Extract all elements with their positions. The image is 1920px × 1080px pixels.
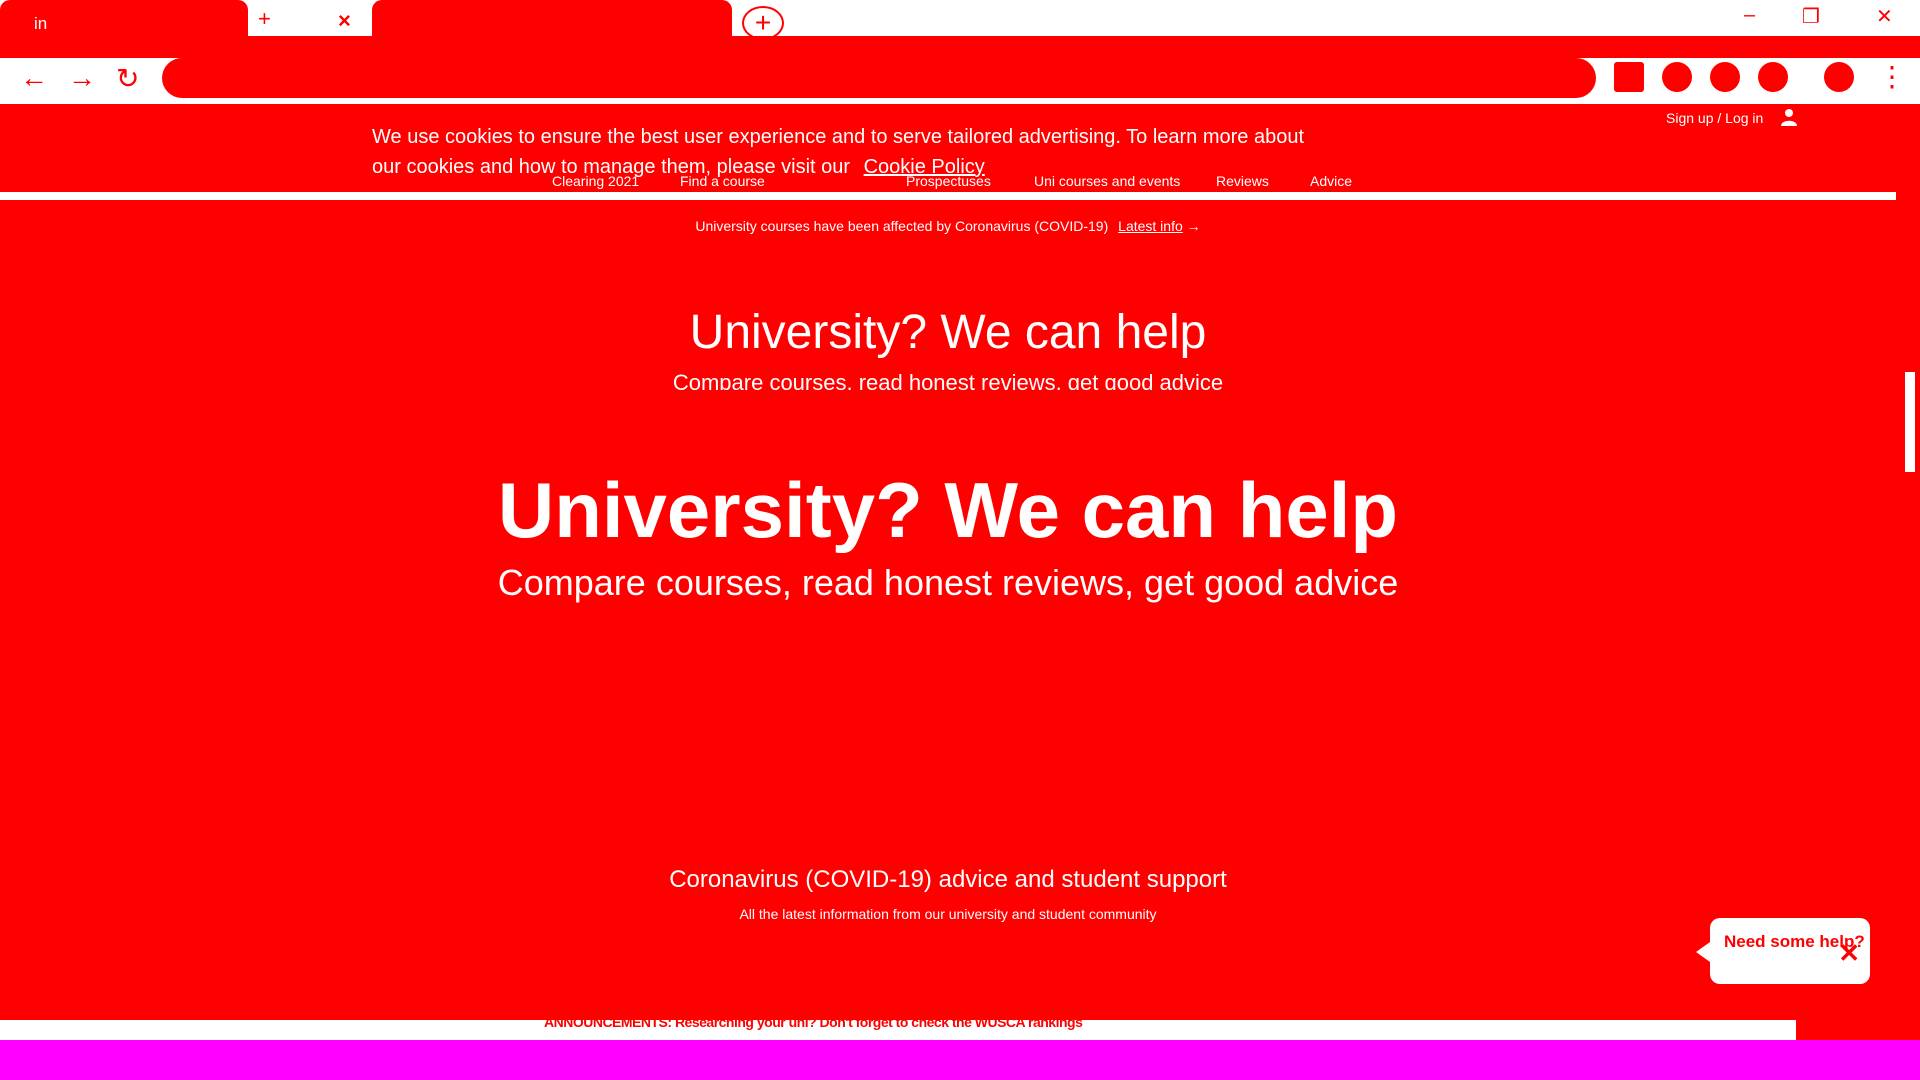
header-divider (0, 192, 1896, 200)
forward-button[interactable]: → (68, 62, 96, 94)
new-tab-button[interactable]: + (742, 6, 784, 40)
close-window-button[interactable]: ✕ (1876, 4, 1893, 29)
os-taskbar (0, 1040, 1920, 1080)
hero-title: University? We can help (497, 466, 1399, 554)
notice-text: University courses have been affected by… (695, 218, 1109, 234)
tab-title: in (34, 14, 48, 33)
tab-close-button[interactable]: × (338, 8, 351, 34)
covid-notice: University courses have been affected by… (0, 218, 1896, 234)
hero-subtitle: Compare courses, read honest reviews, ge… (497, 562, 1399, 603)
back-button[interactable]: ← (20, 62, 48, 94)
main-nav: Clearing 2021 Find a course Prospectuses… (0, 170, 1900, 192)
hero-subtitle-ghost: Compare courses, read honest reviews, ge… (672, 370, 1224, 390)
covid-section-title[interactable]: Coronavirus (COVID-19) advice and studen… (0, 866, 1896, 894)
browser-menu-icon[interactable]: ⋮ (1878, 60, 1906, 93)
close-icon[interactable]: ✕ (1838, 938, 1860, 969)
arrow-right-icon: → (1186, 218, 1201, 234)
address-bar[interactable] (162, 58, 1596, 98)
signin-link[interactable]: Sign up / Log in (1666, 110, 1763, 126)
minimize-button[interactable]: – (1744, 4, 1755, 27)
extension-icon[interactable] (1758, 62, 1788, 92)
reload-button[interactable]: ↻ (116, 62, 139, 95)
latest-info-link[interactable]: Latest info (1118, 218, 1183, 234)
tab-plus-icon[interactable]: + (258, 6, 271, 32)
nav-item-advice[interactable]: Advice (1310, 173, 1352, 189)
scrollbar-thumb[interactable] (1905, 372, 1915, 472)
nav-item-reviews[interactable]: Reviews (1216, 173, 1269, 189)
nav-item-clearing[interactable]: Clearing 2021 (552, 173, 639, 189)
tab-second[interactable] (372, 0, 732, 36)
announcement-text[interactable]: ANNOUNCEMENTS: Researching your uni? Don… (544, 1014, 1083, 1030)
nav-item-events[interactable]: Uni courses and events (1034, 173, 1180, 189)
profile-avatar-icon[interactable] (1824, 62, 1854, 92)
nav-item-find-course[interactable]: Find a course (680, 173, 765, 189)
nav-item-prospectuses[interactable]: Prospectuses (906, 173, 991, 189)
help-widget[interactable]: Need some help? ✕ (1696, 918, 1870, 984)
extension-icon[interactable] (1710, 62, 1740, 92)
page-scrollbar[interactable] (1900, 104, 1920, 1040)
covid-section-subtitle: All the latest information from our univ… (739, 906, 1157, 922)
hero-title-ghost: University? We can help (689, 306, 1207, 359)
extension-icon[interactable] (1614, 62, 1644, 92)
extension-icon[interactable] (1662, 62, 1692, 92)
restore-button[interactable]: ❐ (1802, 4, 1820, 29)
nav-active-indicator (792, 196, 876, 198)
tab-strip: in + × + – ❐ ✕ (0, 0, 1920, 40)
tab-active[interactable]: in (0, 0, 248, 36)
user-icon[interactable] (1780, 108, 1798, 126)
